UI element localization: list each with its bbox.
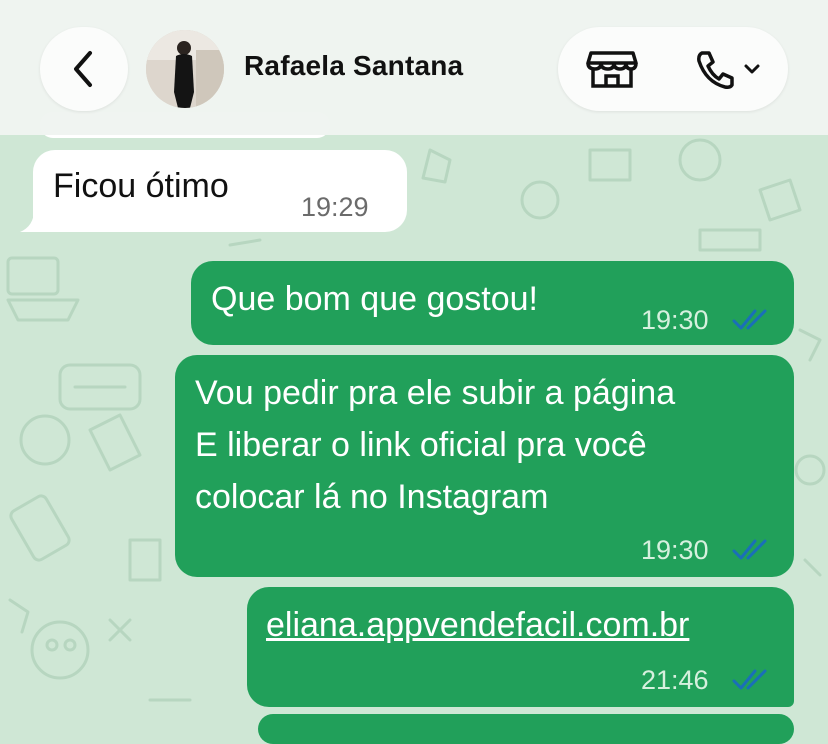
- call-button[interactable]: [694, 49, 766, 94]
- message-text: Que bom que gostou!: [211, 280, 539, 318]
- message-time: 19:30: [641, 535, 709, 565]
- read-receipt-icon: [732, 309, 767, 330]
- bubble-tail: [20, 210, 44, 232]
- read-receipt-icon: [732, 539, 767, 560]
- chevron-down-icon: [744, 64, 760, 74]
- chevron-left-icon: [74, 51, 92, 87]
- message-bubble-outgoing[interactable]: eliana.appvendefacil.com.br 21:46: [247, 587, 794, 707]
- message-time: 21:46: [641, 665, 709, 695]
- read-receipt-icon: [732, 669, 767, 690]
- message-text: Ficou ótimo: [53, 167, 229, 205]
- contact-name[interactable]: Rafaela Santana: [244, 50, 463, 82]
- message-bubble-outgoing[interactable]: Vou pedir pra ele subir a página E liber…: [175, 355, 794, 577]
- message-time: 19:30: [641, 305, 709, 335]
- message-time: 19:29: [301, 192, 369, 222]
- message-text: Vou pedir pra ele subir a página E liber…: [195, 374, 676, 516]
- header-actions: [558, 27, 788, 111]
- store-icon: [586, 51, 638, 88]
- store-button[interactable]: [586, 49, 638, 94]
- avatar[interactable]: [146, 30, 224, 108]
- phone-icon: [697, 51, 760, 89]
- message-bubble-incoming[interactable]: Ficou ótimo 19:29: [33, 150, 407, 232]
- message-bubble-outgoing[interactable]: Que bom que gostou! 19:30: [191, 261, 794, 345]
- chat-header: Rafaela Santana: [0, 0, 828, 135]
- message-link[interactable]: eliana.appvendefacil.com.br: [266, 599, 689, 651]
- contact-photo: [146, 30, 224, 108]
- back-button[interactable]: [40, 27, 128, 111]
- message-bubble-outgoing-partial[interactable]: [258, 714, 794, 744]
